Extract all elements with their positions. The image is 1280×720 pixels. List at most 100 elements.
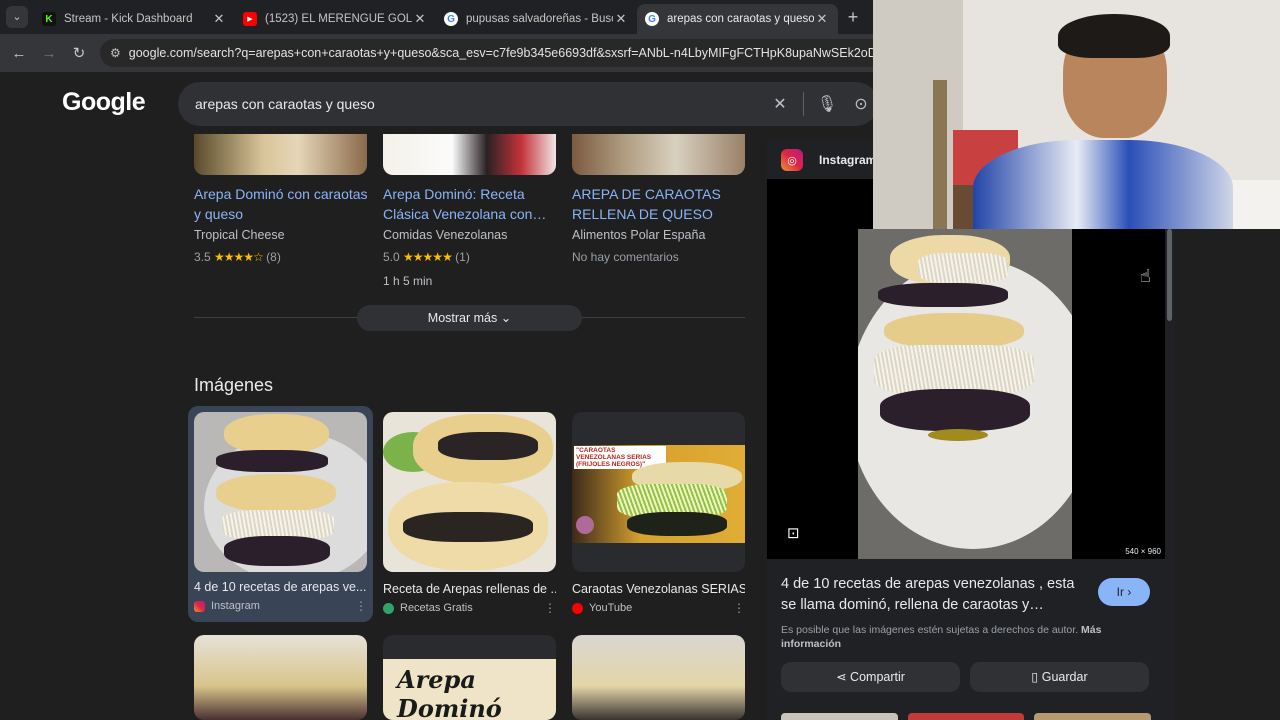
preview-title[interactable]: 4 de 10 recetas de arepas venezolanas , … bbox=[781, 574, 1091, 616]
tab-title: arepas con caraotas y queso - E bbox=[667, 13, 814, 25]
lens-icon[interactable]: ⊡ bbox=[787, 524, 800, 542]
show-more-button[interactable]: Mostrar más ⌄ bbox=[357, 305, 582, 331]
share-icon: ⋖ bbox=[836, 670, 847, 684]
recipe-rating: 5.0 ★★★★★ (1) bbox=[383, 250, 470, 264]
star-icons: ★★★★☆ bbox=[214, 250, 264, 264]
image-result[interactable]: "CARAOTAS VENEZOLANAS SERIAS (FRIJOLES N… bbox=[572, 412, 745, 615]
microphone-icon[interactable]: 🎙 bbox=[810, 94, 844, 114]
instagram-icon bbox=[194, 600, 205, 612]
image-result[interactable] bbox=[572, 635, 745, 720]
images-section-title: Imágenes bbox=[194, 375, 274, 395]
image-source: Instagram ⋮ bbox=[194, 599, 367, 613]
tab-title: pupusas salvadoreñas - Buscar bbox=[466, 13, 613, 25]
search-query: arepas con caraotas y queso bbox=[195, 96, 375, 112]
beans bbox=[627, 512, 727, 536]
recipe-image[interactable] bbox=[383, 134, 556, 175]
recipe-time: 1 h 5 min bbox=[383, 274, 433, 288]
recipe-title[interactable]: Arepa Dominó: Receta Clásica Venezolana … bbox=[383, 184, 558, 224]
tab-arepas[interactable]: G arepas con caraotas y queso - E ✕ bbox=[637, 4, 838, 34]
image-thumbnail[interactable] bbox=[194, 412, 367, 572]
url-text: google.com/search?q=arepas+con+caraotas+… bbox=[128, 46, 873, 60]
image-caption[interactable]: 4 de 10 recetas de arepas ve... bbox=[194, 580, 367, 594]
close-icon[interactable]: ✕ bbox=[412, 11, 428, 27]
recipe-card[interactable]: Arepa Dominó con caraotas y queso Tropic… bbox=[194, 184, 369, 264]
chevron-down-icon: ⌄ bbox=[6, 6, 28, 28]
image-dimensions: 540 × 960 bbox=[1125, 547, 1161, 556]
reload-icon[interactable]: ↻ bbox=[64, 44, 94, 62]
youtube-icon bbox=[572, 602, 583, 614]
related-images-strip bbox=[781, 713, 1152, 720]
copyright-notice: Es posible que las imágenes estén sujeta… bbox=[781, 624, 1102, 650]
recipe-image[interactable] bbox=[194, 134, 367, 175]
image-result[interactable]: Receta de Arepas rellenas de ... Recetas… bbox=[383, 412, 556, 615]
image-result-selected[interactable]: 4 de 10 recetas de arepas ve... Instagra… bbox=[188, 406, 373, 622]
beans bbox=[880, 389, 1030, 431]
image-source: Recetas Gratis ⋮ bbox=[383, 601, 556, 615]
image-thumbnail[interactable] bbox=[383, 412, 556, 572]
back-arrow-icon[interactable]: ← bbox=[4, 45, 34, 62]
share-button[interactable]: ⋖ Compartir bbox=[781, 662, 960, 692]
scrollbar-thumb[interactable] bbox=[1167, 229, 1172, 321]
tab-youtube[interactable]: ▶ (1523) EL MERENGUE GOLEÓ Y ✕ bbox=[235, 4, 436, 34]
scrollbar[interactable] bbox=[1165, 229, 1175, 720]
visit-button[interactable]: Ir › bbox=[1098, 578, 1150, 606]
overlay-text: Arepa Dominó bbox=[397, 665, 502, 720]
tab-search-button[interactable]: ⌄ bbox=[0, 0, 34, 34]
image-thumbnail[interactable]: Arepa Dominó bbox=[383, 635, 556, 720]
star-icons: ★★★★★ bbox=[403, 250, 453, 264]
site-info-icon[interactable]: ⚙ bbox=[110, 46, 121, 60]
chevron-down-icon: ⌄ bbox=[500, 311, 512, 325]
related-image[interactable] bbox=[1034, 713, 1152, 720]
beans bbox=[438, 432, 538, 460]
related-image[interactable] bbox=[907, 713, 1025, 720]
close-icon[interactable]: ✕ bbox=[211, 11, 227, 27]
image-thumbnail[interactable] bbox=[194, 635, 367, 720]
wall-left bbox=[873, 0, 963, 229]
bookmark-icon: ▯ bbox=[1031, 670, 1039, 684]
more-options-icon[interactable]: ⋮ bbox=[355, 599, 367, 613]
recipe-source: Alimentos Polar España bbox=[572, 228, 706, 242]
save-button[interactable]: ▯ Guardar bbox=[970, 662, 1149, 692]
image-thumbnail[interactable]: "CARAOTAS VENEZOLANAS SERIAS (FRIJOLES N… bbox=[572, 412, 745, 572]
clear-icon[interactable]: ✕ bbox=[763, 94, 797, 114]
tab-kick[interactable]: K Stream - Kick Dashboard ✕ bbox=[34, 4, 235, 34]
beans bbox=[878, 283, 1008, 307]
more-options-icon[interactable]: ⋮ bbox=[733, 601, 745, 615]
cheese bbox=[874, 345, 1034, 395]
chevron-right-icon: › bbox=[1127, 585, 1132, 599]
recetas-gratis-icon bbox=[383, 602, 394, 614]
image-result[interactable]: Arepa Dominó bbox=[383, 635, 556, 720]
google-icon: G bbox=[645, 12, 659, 26]
image-thumbnail[interactable] bbox=[572, 635, 745, 720]
search-input[interactable]: arepas con caraotas y queso ✕ 🎙 ⊙ bbox=[178, 82, 878, 126]
tab-pupusas[interactable]: G pupusas salvadoreñas - Buscar ✕ bbox=[436, 4, 637, 34]
recipe-source: Tropical Cheese bbox=[194, 228, 285, 242]
address-bar[interactable]: ⚙ google.com/search?q=arepas+con+caraota… bbox=[100, 39, 873, 67]
more-options-icon[interactable]: ⋮ bbox=[544, 601, 556, 615]
google-logo[interactable]: Google bbox=[62, 88, 146, 117]
tab-title: Stream - Kick Dashboard bbox=[64, 13, 193, 25]
forward-arrow-icon[interactable]: → bbox=[34, 45, 64, 62]
close-icon[interactable]: ✕ bbox=[613, 11, 629, 27]
recipe-card[interactable]: AREPA DE CARAOTAS RELLENA DE QUESO Alime… bbox=[572, 184, 747, 264]
recipe-card[interactable]: Arepa Dominó: Receta Clásica Venezolana … bbox=[383, 184, 558, 288]
tab-strip: ⌄ K Stream - Kick Dashboard ✕ ▶ (1523) E… bbox=[0, 0, 873, 34]
recipe-title[interactable]: AREPA DE CARAOTAS RELLENA DE QUESO bbox=[572, 184, 747, 224]
new-tab-icon[interactable]: + bbox=[838, 7, 868, 28]
arepa-top bbox=[224, 414, 329, 454]
preview-image[interactable] bbox=[858, 229, 1072, 559]
image-caption[interactable]: Caraotas Venezolanas SERIAS... bbox=[572, 582, 745, 596]
close-icon[interactable]: ✕ bbox=[814, 11, 830, 27]
beans bbox=[224, 536, 330, 566]
google-icon: G bbox=[444, 12, 458, 26]
recipe-title[interactable]: Arepa Dominó con caraotas y queso bbox=[194, 184, 369, 224]
preview-image-area[interactable]: ⊡ 540 × 960 bbox=[767, 179, 1165, 559]
arepa-middle bbox=[884, 313, 1024, 349]
related-image[interactable] bbox=[781, 713, 898, 720]
screen: ⌄ K Stream - Kick Dashboard ✕ ▶ (1523) E… bbox=[0, 0, 1280, 720]
hair bbox=[1058, 14, 1170, 58]
image-result[interactable] bbox=[194, 635, 367, 720]
image-caption[interactable]: Receta de Arepas rellenas de ... bbox=[383, 582, 556, 596]
recipe-image[interactable] bbox=[572, 134, 745, 175]
panel-source[interactable]: ◎ Instagram bbox=[781, 149, 876, 171]
